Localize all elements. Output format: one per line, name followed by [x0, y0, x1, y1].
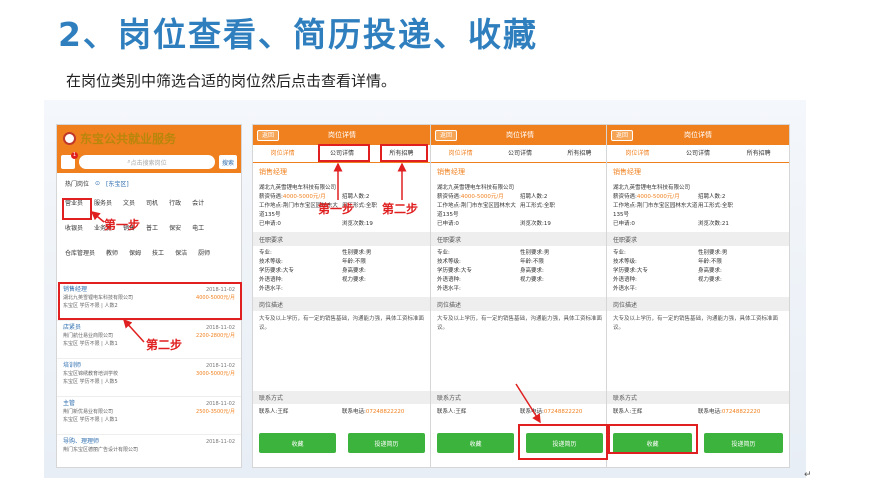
arrow-resume-button	[515, 383, 541, 424]
arrow-step1	[90, 211, 105, 223]
annotation-arrows	[90, 162, 541, 424]
end-mark: ↵	[804, 470, 812, 480]
arrow-step2	[122, 318, 145, 343]
